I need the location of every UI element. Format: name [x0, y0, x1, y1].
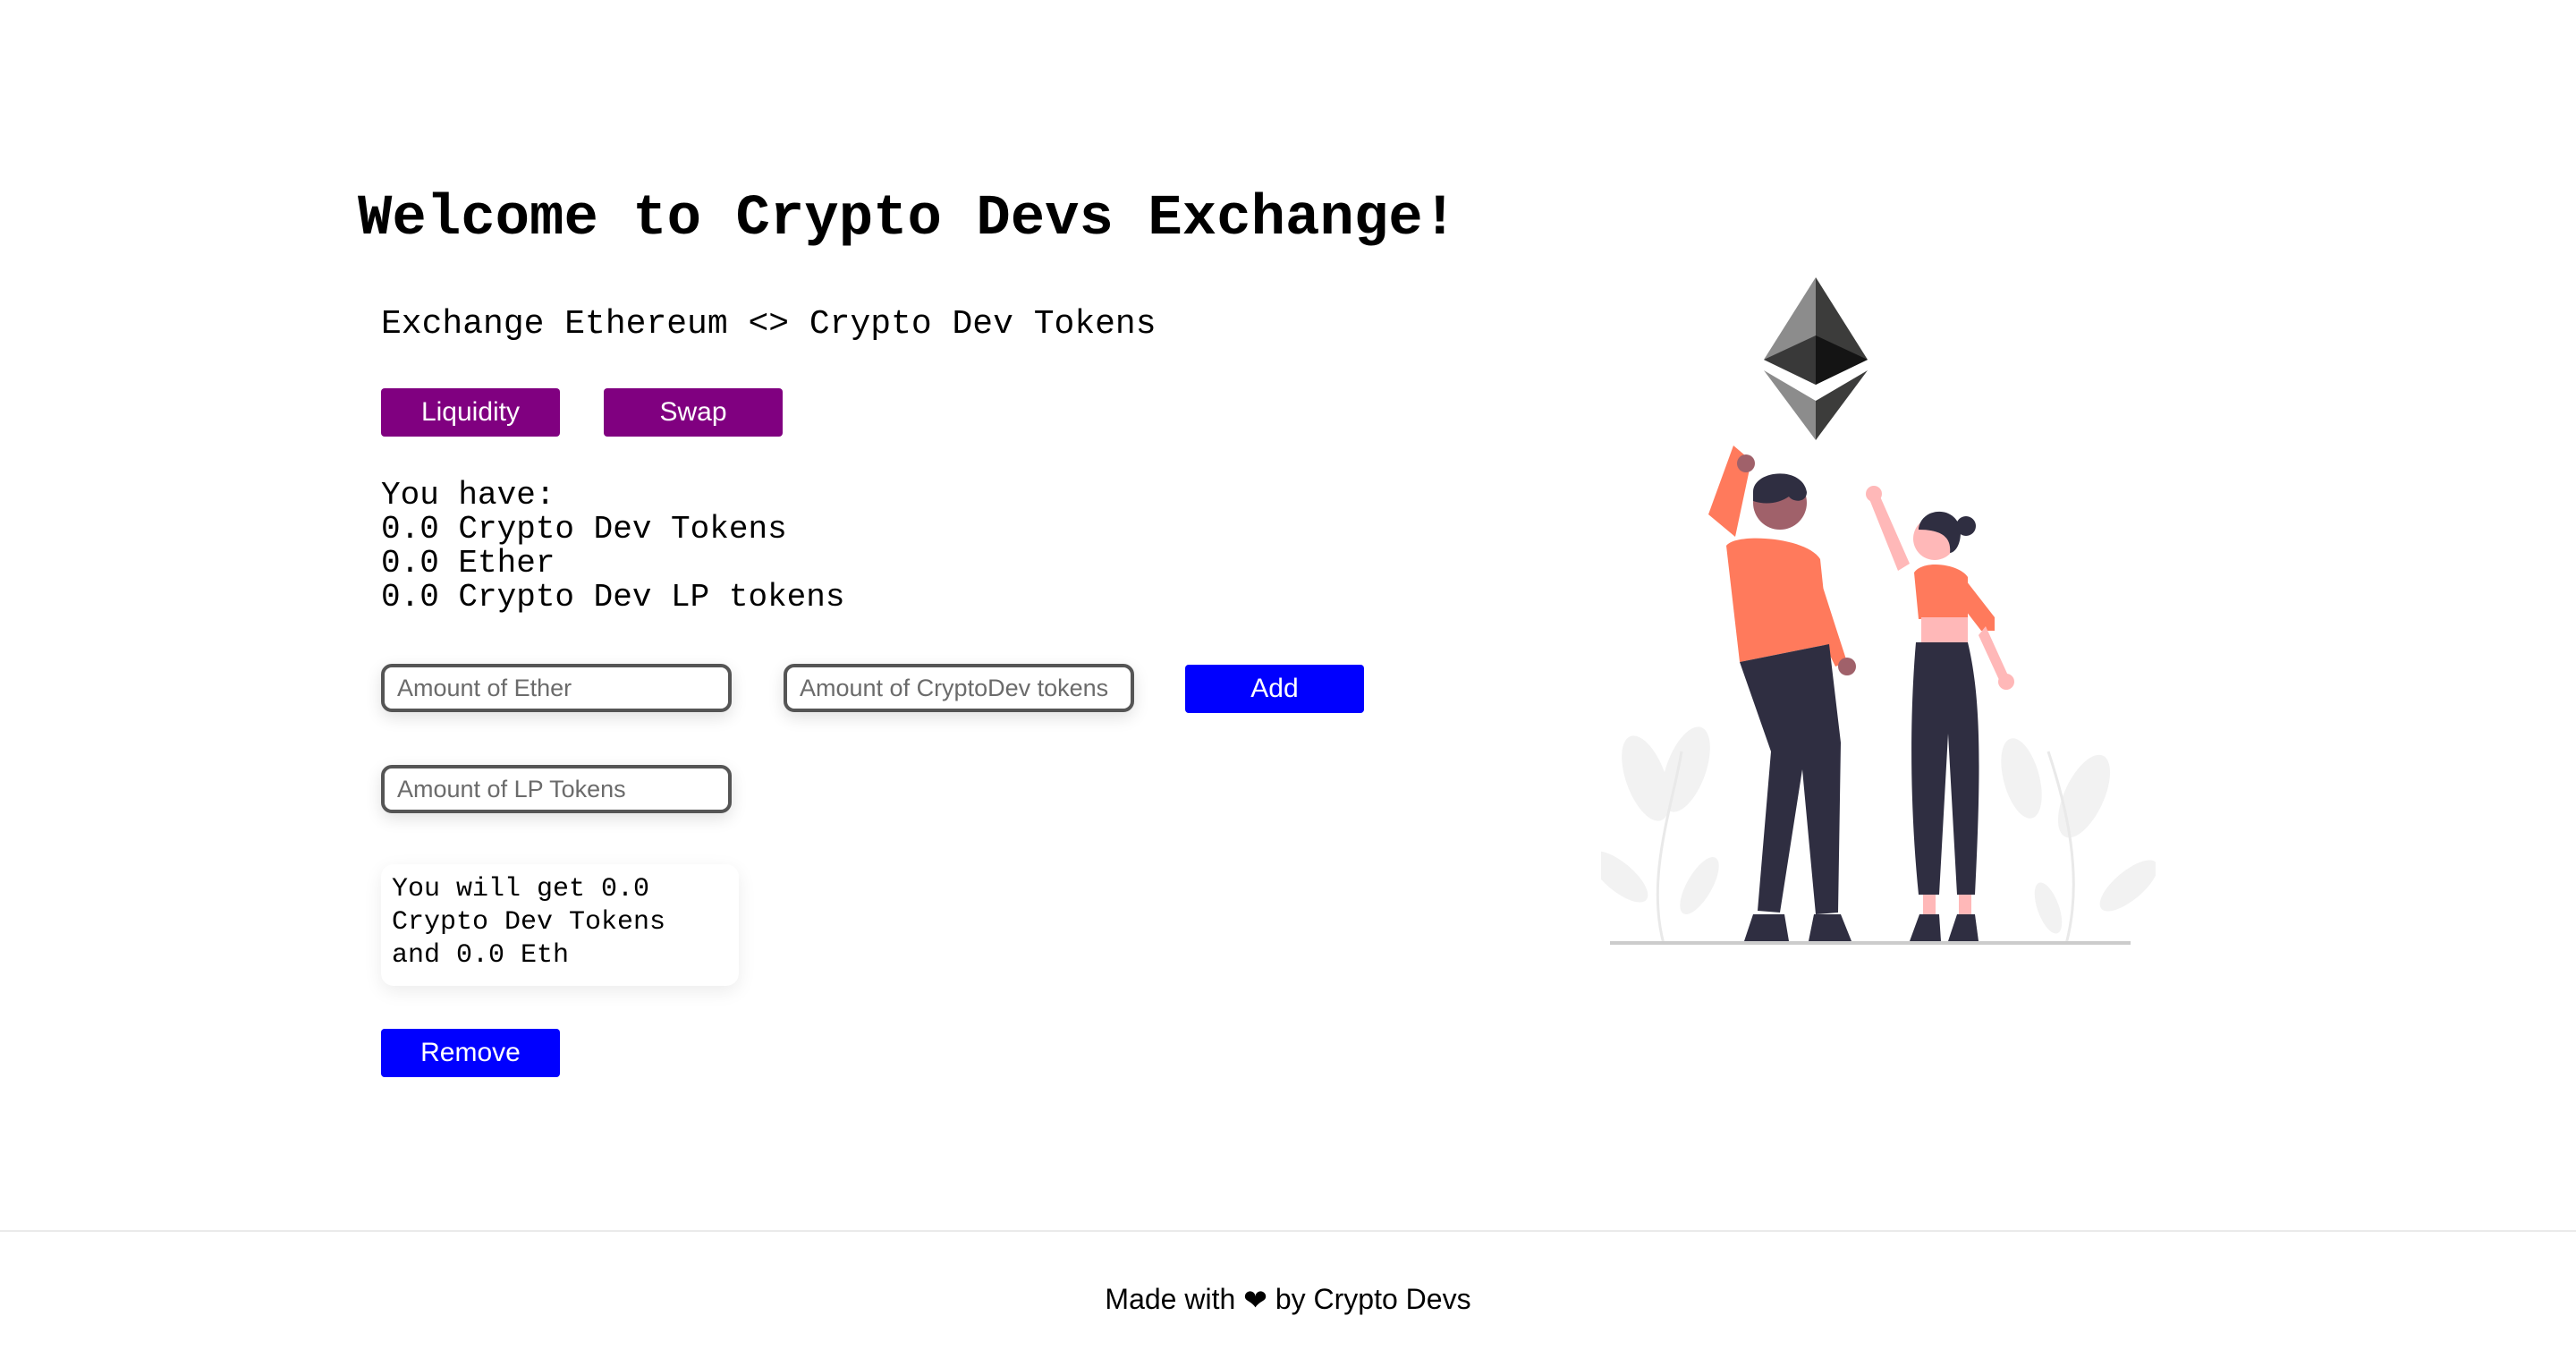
crypto-dev-token-balance: 0.0 Crypto Dev Tokens	[381, 511, 787, 548]
page-description: Exchange Ethereum <> Crypto Dev Tokens	[381, 305, 1157, 344]
page-title: Welcome to Crypto Devs Exchange!	[358, 187, 1457, 251]
footer-prefix: Made with	[1105, 1283, 1244, 1315]
remove-result-card: You will get 0.0 Crypto Dev Tokens and 0…	[381, 864, 739, 986]
ether-amount-input[interactable]	[381, 664, 732, 712]
ethereum-celebration-illustration	[1601, 277, 2156, 945]
lp-token-balance: 0.0 Crypto Dev LP tokens	[381, 579, 845, 616]
balances-heading: You have:	[381, 477, 555, 514]
footer-suffix: by Crypto Devs	[1267, 1283, 1471, 1315]
lp-amount-input[interactable]	[381, 765, 732, 813]
add-liquidity-button[interactable]: Add	[1185, 665, 1364, 713]
heart-icon: ❤	[1243, 1283, 1267, 1316]
balances-panel: You have: 0.0 Crypto Dev Tokens 0.0 Ethe…	[381, 479, 844, 615]
footer: Made with ❤ by Crypto Devs	[0, 1230, 2576, 1367]
ethereum-logo-icon	[1764, 277, 1868, 440]
woman-figure	[1866, 486, 2014, 941]
ether-balance: 0.0 Ether	[381, 545, 555, 582]
cryptodev-amount-input[interactable]	[784, 664, 1134, 712]
swap-tab-button[interactable]: Swap	[604, 388, 783, 437]
liquidity-tab-button[interactable]: Liquidity	[381, 388, 560, 437]
remove-liquidity-button[interactable]: Remove	[381, 1029, 560, 1077]
man-figure	[1708, 446, 1856, 941]
